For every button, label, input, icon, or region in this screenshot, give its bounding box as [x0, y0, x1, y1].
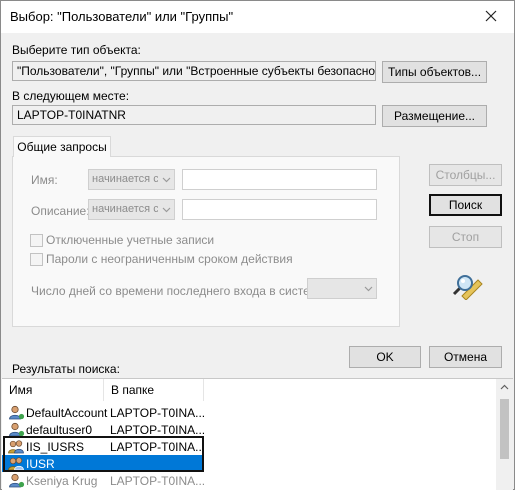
row-name: DefaultAccount [26, 406, 108, 420]
columns-button[interactable]: Столбцы... [429, 164, 502, 186]
days-since-logon-select[interactable] [307, 278, 377, 299]
disabled-accounts-label: Отключенные учетные записи [46, 233, 215, 247]
row-folder: LAPTOP-T0INA... [110, 406, 206, 420]
description-operator-select[interactable]: начинается с [88, 199, 175, 220]
find-now-button[interactable]: Поиск [429, 194, 502, 216]
stop-button[interactable]: Стоп [429, 226, 502, 248]
select-users-dialog: Выбор: "Пользователи" или "Группы" Выбер… [0, 0, 515, 490]
user-icon [9, 405, 25, 420]
location-label: В следующем месте: [12, 89, 130, 103]
tab-common-queries[interactable]: Общие запросы [13, 136, 111, 157]
row-name: Kseniya Krug [26, 474, 98, 488]
selection-highlight-box [3, 436, 204, 472]
name-operator-value: начинается с [92, 173, 159, 185]
name-operator-select[interactable]: начинается с [88, 169, 175, 190]
description-label: Описание: [31, 204, 90, 218]
description-operator-value: начинается с [92, 203, 159, 215]
close-icon [485, 10, 497, 22]
column-header-name[interactable]: Имя [2, 379, 104, 401]
column-header-folder[interactable]: В папке [104, 379, 204, 401]
ok-button[interactable]: OK [349, 346, 421, 368]
search-icon [452, 275, 483, 300]
location-field: LAPTOP-T0INATNR [12, 105, 376, 125]
row-folder: LAPTOP-T0INA... [110, 423, 206, 437]
results-scrollbar[interactable] [496, 379, 513, 490]
cancel-button[interactable]: Отмена [429, 346, 502, 368]
list-item[interactable]: DefaultAccount LAPTOP-T0INA... [2, 404, 206, 421]
user-icon [9, 422, 25, 437]
title-bar: Выбор: "Пользователи" или "Группы" [1, 1, 514, 33]
disabled-accounts-checkbox[interactable] [30, 234, 43, 247]
search-results-label: Результаты поиска: [12, 362, 120, 376]
description-input[interactable] [182, 199, 377, 220]
window-title: Выбор: "Пользователи" или "Группы" [10, 9, 234, 24]
row-name: defaultuser0 [26, 423, 93, 437]
row-folder: LAPTOP-T0INA... [110, 474, 206, 488]
non-expiring-password-checkbox[interactable] [30, 253, 43, 266]
list-item[interactable]: Kseniya Krug LAPTOP-T0INA... [2, 472, 206, 489]
name-label: Имя: [31, 173, 58, 187]
object-types-button[interactable]: Типы объектов... [382, 61, 487, 83]
close-button[interactable] [468, 1, 514, 31]
locations-button[interactable]: Размещение... [382, 105, 487, 127]
scroll-up-icon[interactable] [500, 384, 509, 390]
chevron-down-icon [360, 279, 376, 298]
name-input[interactable] [182, 169, 377, 190]
scrollbar-thumb[interactable] [500, 399, 509, 459]
chevron-down-icon [158, 170, 174, 189]
non-expiring-password-label: Пароли с неограниченным сроком действия [46, 252, 293, 266]
user-icon [9, 473, 25, 488]
chevron-down-icon [158, 200, 174, 219]
object-type-label: Выберите тип объекта: [12, 43, 141, 57]
object-type-field: "Пользователи", "Группы" или "Встроенные… [12, 61, 376, 81]
search-results-list[interactable]: Имя В папке DefaultAccount LAPTOP-T0INA.… [2, 378, 513, 490]
days-since-logon-label: Число дней со времени последнего входа в… [31, 284, 328, 298]
